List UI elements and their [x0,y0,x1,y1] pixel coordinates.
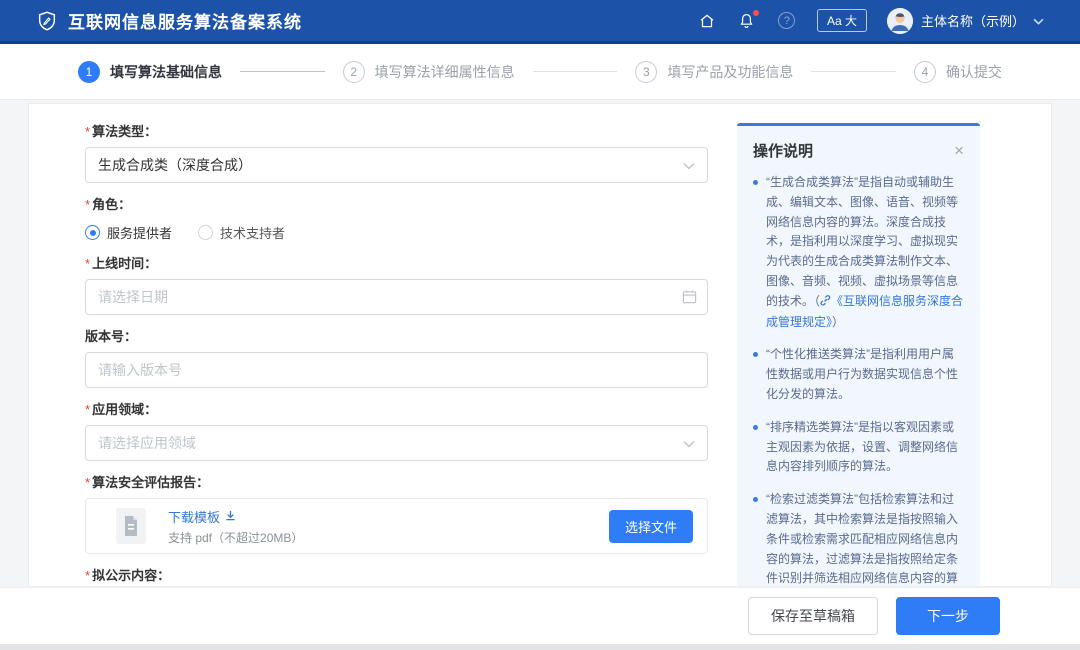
close-icon[interactable]: × [954,142,964,159]
calendar-icon [682,289,697,309]
form-card: * 算法类型： 生成合成类（深度合成） * 角色： 服务提供者 技术支持者 * … [28,103,1052,587]
select-chevron-icon [683,157,695,173]
step-1-label: 填写算法基础信息 [110,63,222,80]
account-name: 主体名称（示例） [920,14,1025,29]
bullet-dot-icon [753,424,758,430]
algorithm-basic-form: * 算法类型： 生成合成类（深度合成） * 角色： 服务提供者 技术支持者 * … [85,104,708,586]
algorithm-type-label: * 算法类型： [85,124,158,139]
download-icon [225,509,236,524]
role-radio-group: 服务提供者 技术支持者 [85,220,708,242]
help-bullet-search-filter: “检索过滤类算法”包括检索算法和过滤算法，其中检索算法是指按照输入条件或检索需求… [753,490,964,586]
save-draft-button[interactable]: 保存至草稿箱 [748,597,878,635]
avatar [886,7,913,34]
step-3-label: 填写产品及功能信息 [667,63,794,80]
field-version: 版本号： [85,326,708,388]
step-progress-bar: 1 填写算法基础信息 2 填写算法详细属性信息 3 填写产品及功能信息 4 确认… [0,44,1080,100]
application-domain-label: * 应用领域： [85,402,158,417]
choose-file-button[interactable]: 选择文件 [608,509,693,543]
field-launch-time: * 上线时间： [85,253,708,315]
role-label: * 角色： [85,197,132,212]
radio-dot-icon [85,225,100,240]
help-panel-title: 操作说明 [753,143,814,160]
link-icon [820,293,831,313]
main-content: * 算法类型： 生成合成类（深度合成） * 角色： 服务提供者 技术支持者 * … [0,100,1080,587]
step-4-number: 4 [914,60,937,83]
security-report-label: * 算法安全评估报告： [85,475,210,490]
step-4-label: 确认提交 [946,63,1003,80]
step-3-product-info[interactable]: 3 填写产品及功能信息 [635,60,794,83]
step-2-detail-attrs[interactable]: 2 填写算法详细属性信息 [342,60,515,83]
radio-tech-supporter[interactable]: 技术支持者 [198,223,285,242]
step-3-number: 3 [635,60,658,83]
field-application-domain: * 应用领域： 请选择应用领域 [85,399,708,461]
shield-pen-icon [36,10,58,32]
version-label: 版本号： [85,329,138,344]
launch-date-input[interactable] [85,279,708,315]
document-file-icon [114,507,148,545]
bullet-dot-icon [753,352,758,358]
help-bullet-personalized-push: “个性化推送类算法”是指利用用户属性数据或用户行为数据实现信息个性化分发的算法。 [753,345,964,404]
help-bullet-generation-synthesis: “生成合成类算法”是指自动或辅助生成、编辑文本、图像、语音、视频等网络信息内容的… [753,173,964,332]
field-algorithm-type: * 算法类型： 生成合成类（深度合成） [85,121,708,183]
bullet-dot-icon [753,497,758,503]
help-panel: 操作说明 × “生成合成类算法”是指自动或辅助生成、编辑文本、图像、语音、视频等… [737,123,980,586]
radio-dot-icon [198,225,214,240]
page-bottom-strip [0,644,1080,650]
step-1-number: 1 [78,60,100,83]
version-input[interactable] [85,352,708,388]
select-chevron-icon [683,435,695,451]
font-size-button[interactable]: Aa 大 [816,9,867,32]
public-content-label: * 拟公示内容： [85,568,171,583]
upload-hint: 支持 pdf（不超过20MB） [168,530,304,545]
app-header: 互联网信息服务算法备案系统 ? Aa 大 主体名称（示例） [0,0,1080,44]
algorithm-type-value: 生成合成类（深度合成） [98,157,252,173]
download-template-link[interactable]: 下载模板 [168,507,303,526]
bullet-dot-icon [753,180,758,185]
notification-bell-icon[interactable] [737,9,759,31]
next-step-button[interactable]: 下一步 [896,597,1000,635]
launch-time-label: * 上线时间： [85,256,158,271]
security-report-upload: 下载模板 支持 pdf（不超过20MB） 选择文件 [85,498,708,554]
form-footer: 保存至草稿箱 下一步 [0,587,1080,644]
algorithm-type-select[interactable]: 生成合成类（深度合成） [85,147,708,183]
field-public-content: *拟公示内容： 下载模板 [85,565,708,586]
account-menu[interactable]: 主体名称（示例） [886,7,1044,34]
chevron-down-icon [1033,12,1044,30]
step-connector [811,71,897,72]
field-role: * 角色： 服务提供者 技术支持者 [85,194,708,242]
step-4-confirm-submit[interactable]: 4 确认提交 [914,60,1003,83]
help-bullet-ranking-selection: “排序精选类算法”是指以客观因素或主观因素为依据，设置、调整网络信息内容排列顺序… [753,418,964,477]
field-security-report: * 算法安全评估报告： 下载模板 支持 pdf（不超过20MB） 选择文件 [85,472,708,554]
app-logo: 互联网信息服务算法备案系统 [36,8,302,33]
step-1-basic-info[interactable]: 1 填写算法基础信息 [78,60,222,83]
help-icon[interactable]: ? [777,11,797,31]
notification-badge [752,9,759,16]
step-2-number: 2 [342,60,365,83]
application-domain-placeholder: 请选择应用领域 [98,435,196,451]
application-domain-select[interactable]: 请选择应用领域 [85,425,708,461]
home-icon[interactable] [697,11,717,31]
step-connector [532,71,618,72]
step-2-label: 填写算法详细属性信息 [374,63,515,80]
app-title: 互联网信息服务算法备案系统 [68,13,302,32]
step-connector [240,71,325,72]
radio-service-provider[interactable]: 服务提供者 [85,223,172,242]
